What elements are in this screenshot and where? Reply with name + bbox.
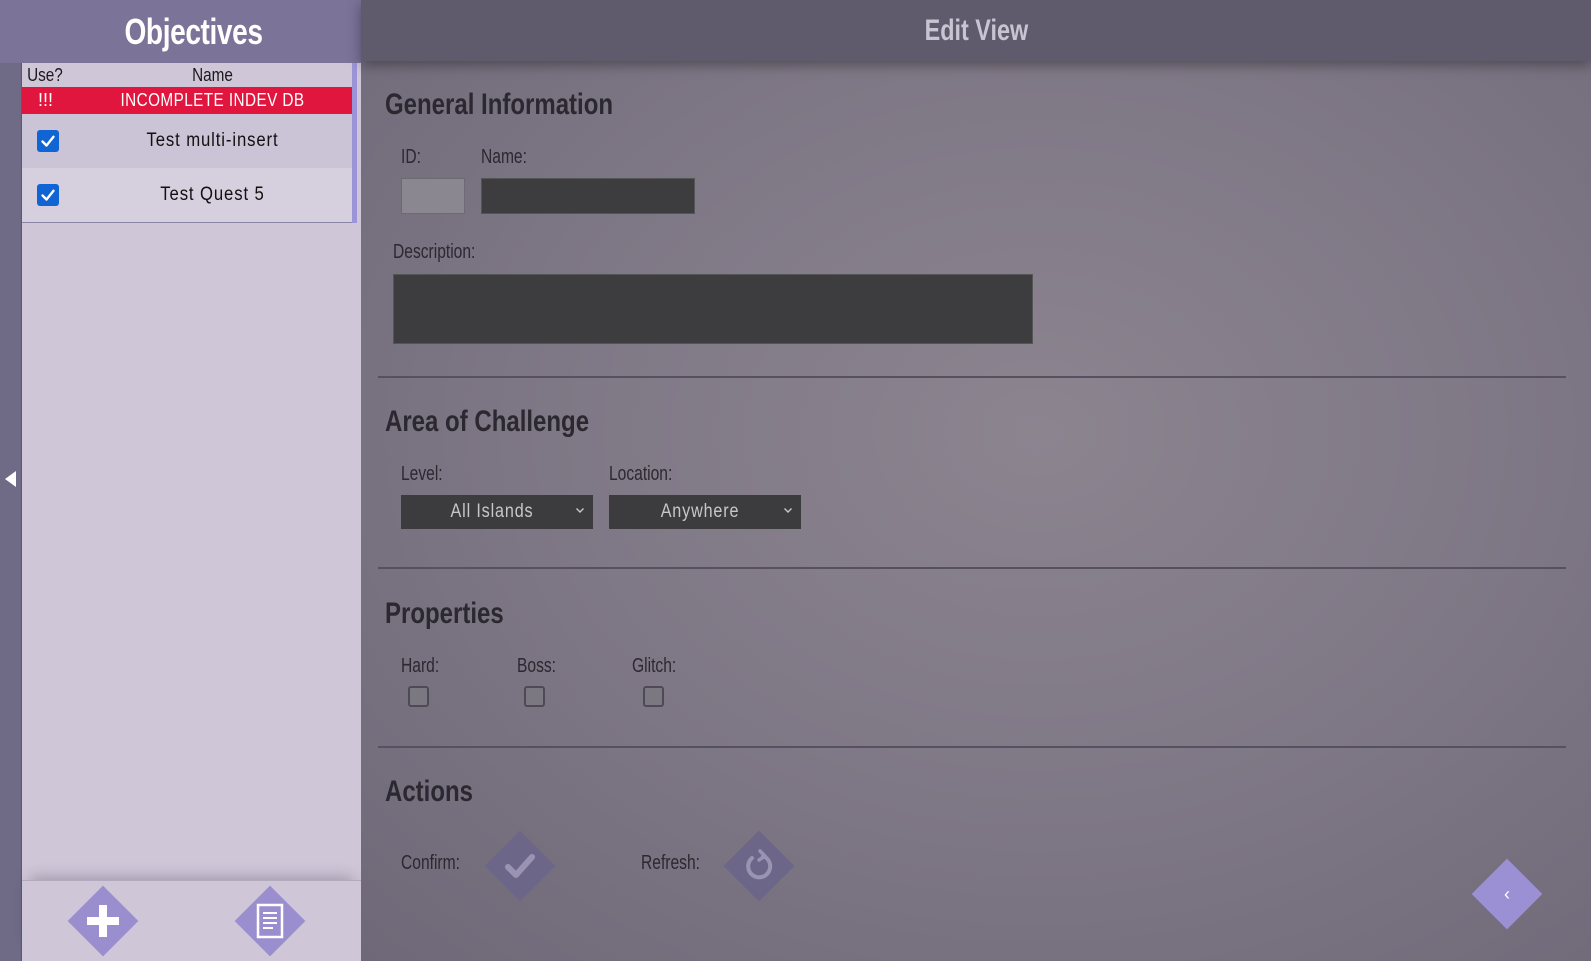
description-field[interactable] xyxy=(393,274,1033,344)
section-divider xyxy=(378,746,1566,748)
table-header: Use? Name xyxy=(22,63,353,87)
hard-checkbox[interactable] xyxy=(408,686,429,707)
refresh-label: Refresh: xyxy=(641,852,700,874)
edit-view-panel: Edit View General Information ID: Name: … xyxy=(361,0,1591,961)
back-button[interactable]: ‹ xyxy=(1471,858,1543,930)
column-header-name: Name xyxy=(192,64,233,85)
hard-label: Hard: xyxy=(401,655,440,677)
table-row[interactable]: Test Quest 5 xyxy=(22,168,353,222)
chevron-down-icon xyxy=(784,508,792,513)
use-checkbox[interactable] xyxy=(37,130,59,152)
sidebar-title: Objectives xyxy=(124,10,263,52)
view-list-button[interactable] xyxy=(234,885,306,957)
column-header-use: Use? xyxy=(27,64,63,85)
description-label: Description: xyxy=(393,241,476,263)
document-list-icon xyxy=(256,903,284,939)
confirm-button[interactable] xyxy=(484,830,556,902)
level-select[interactable]: All Islands xyxy=(401,495,593,529)
section-divider xyxy=(378,567,1566,569)
level-label: Level: xyxy=(401,463,443,485)
use-checkbox[interactable] xyxy=(37,184,59,206)
section-title-area: Area of Challenge xyxy=(385,405,590,438)
refresh-button[interactable] xyxy=(723,830,795,902)
boss-checkbox[interactable] xyxy=(524,686,545,707)
section-title-general: General Information xyxy=(385,88,614,121)
section-title-actions: Actions xyxy=(385,775,474,808)
name-field[interactable] xyxy=(481,178,695,214)
alert-label: INCOMPLETE INDEV DB xyxy=(120,90,305,110)
plus-icon xyxy=(87,905,119,937)
table-row[interactable]: Test multi-insert xyxy=(22,114,353,168)
row-name: Test multi-insert xyxy=(146,130,279,151)
objectives-sidebar: Objectives Use? Name !!! INCOMPLETE INDE… xyxy=(0,0,383,961)
location-select-value: Anywhere xyxy=(660,501,740,522)
checkmark-icon xyxy=(41,135,55,147)
section-divider xyxy=(378,376,1566,378)
section-title-properties: Properties xyxy=(385,597,504,630)
row-name: Test Quest 5 xyxy=(160,184,265,205)
page-title: Edit View xyxy=(924,13,1028,47)
sidebar-header: Objectives xyxy=(0,0,383,63)
confirm-label: Confirm: xyxy=(401,852,460,874)
id-field[interactable] xyxy=(401,178,465,214)
collapse-arrow-icon[interactable] xyxy=(5,471,16,487)
sidebar-footer xyxy=(22,880,361,961)
glitch-label: Glitch: xyxy=(632,655,677,677)
alert-row[interactable]: !!! INCOMPLETE INDEV DB xyxy=(22,87,353,114)
level-select-value: All Islands xyxy=(450,501,534,522)
checkmark-icon xyxy=(505,854,535,878)
main-header: Edit View xyxy=(361,0,1591,61)
checkmark-icon xyxy=(41,189,55,201)
table-scrollbar[interactable] xyxy=(352,63,357,223)
objectives-table: Use? Name !!! INCOMPLETE INDEV DB Test m… xyxy=(22,63,354,223)
collapse-strip xyxy=(0,0,22,961)
use-cell xyxy=(22,184,72,206)
chevron-left-icon: ‹ xyxy=(1504,883,1510,904)
glitch-checkbox[interactable] xyxy=(643,686,664,707)
chevron-down-icon xyxy=(576,508,584,513)
add-objective-button[interactable] xyxy=(67,885,139,957)
id-label: ID: xyxy=(401,146,421,168)
boss-label: Boss: xyxy=(517,655,557,677)
refresh-icon xyxy=(746,849,773,880)
alert-marker: !!! xyxy=(38,90,54,110)
name-label: Name: xyxy=(481,146,527,168)
location-select[interactable]: Anywhere xyxy=(609,495,801,529)
location-label: Location: xyxy=(609,463,673,485)
use-cell xyxy=(22,130,72,152)
